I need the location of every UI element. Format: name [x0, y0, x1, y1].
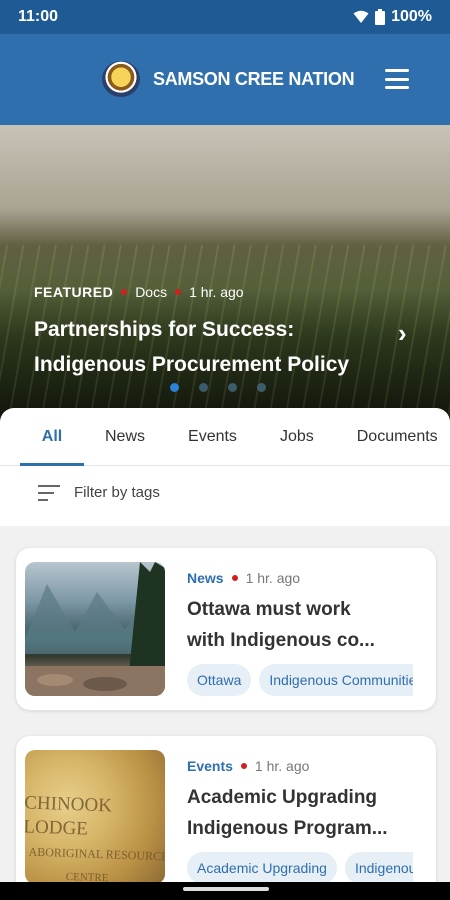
card-thumbnail	[25, 562, 165, 696]
system-nav-bar	[0, 882, 450, 900]
dot-separator	[121, 289, 128, 295]
filter-label: Filter by tags	[74, 484, 160, 501]
tag-chip[interactable]: Academic Upgrading	[187, 852, 337, 884]
home-indicator[interactable]	[183, 887, 269, 891]
filter-icon	[38, 484, 60, 501]
card-title-line1: Ottawa must work	[187, 599, 351, 620]
battery-percent: 100%	[391, 8, 432, 25]
category-tabs: All News Events Jobs Documents	[0, 408, 450, 466]
hamburger-menu-icon[interactable]	[385, 69, 409, 89]
status-time: 11:00	[18, 8, 59, 25]
card-title-line1: Academic Upgrading	[187, 787, 378, 808]
event-card[interactable]: CHINOOK LODGE ABORIGINAL RESOURCE CENTRE…	[16, 736, 436, 896]
card-title-line2: Indigenous Program...	[187, 818, 388, 839]
carousel-pager	[170, 383, 266, 392]
chevron-right-icon[interactable]: ›	[398, 318, 407, 349]
mountain-lake-image	[25, 562, 165, 696]
card-title[interactable]: Academic Upgrading Indigenous Program...	[187, 782, 422, 844]
tab-events[interactable]: Events	[188, 408, 237, 466]
app-header: SAMSON CREE NATION	[0, 34, 450, 125]
card-time: 1 hr. ago	[254, 758, 310, 774]
pager-dot[interactable]	[199, 383, 208, 392]
battery-icon	[375, 9, 386, 25]
pager-dot[interactable]	[228, 383, 237, 392]
card-category[interactable]: News	[187, 570, 224, 586]
card-title-line2: with Indigenous co...	[187, 630, 375, 651]
carved-line: CHINOOK LODGE	[25, 792, 113, 840]
card-tags: Ottawa Indigenous Communities	[187, 664, 413, 696]
wifi-icon	[353, 10, 369, 23]
featured-label: FEATURED	[34, 284, 114, 300]
hero-category: Docs	[135, 284, 168, 300]
card-time: 1 hr. ago	[245, 570, 301, 586]
tag-chip[interactable]: Indigenous	[344, 852, 413, 884]
card-tags: Academic Upgrading Indigenous	[187, 852, 413, 884]
tag-chip[interactable]: Ottawa	[187, 664, 252, 696]
card-thumbnail: CHINOOK LODGE ABORIGINAL RESOURCE CENTRE	[25, 750, 165, 884]
status-icons: 100%	[353, 8, 432, 26]
card-meta: News 1 hr. ago	[187, 570, 300, 586]
tag-chip[interactable]: Indigenous Communities	[259, 664, 413, 696]
tab-news[interactable]: News	[105, 408, 145, 466]
hero-time: 1 hr. ago	[189, 284, 244, 300]
hero-title[interactable]: Partnerships for Success: Indigenous Pro…	[34, 312, 404, 382]
dot-separator	[240, 763, 247, 769]
tab-jobs[interactable]: Jobs	[280, 408, 314, 466]
card-title[interactable]: Ottawa must work with Indigenous co...	[187, 594, 422, 656]
pager-dot[interactable]	[170, 383, 179, 392]
status-bar: 11:00 100%	[0, 0, 450, 34]
hero-title-line2: Indigenous Procurement Policy	[34, 353, 350, 376]
hero-title-line1: Partnerships for Success:	[34, 318, 295, 341]
carved-line: ABORIGINAL RESOURCE	[28, 844, 165, 864]
dot-separator	[231, 575, 238, 581]
card-meta: Events 1 hr. ago	[187, 758, 309, 774]
pager-dot[interactable]	[257, 383, 266, 392]
tab-documents[interactable]: Documents	[357, 408, 438, 466]
tab-all[interactable]: All	[20, 408, 84, 466]
news-card[interactable]: News 1 hr. ago Ottawa must work with Ind…	[16, 548, 436, 710]
samson-cree-logo[interactable]	[102, 61, 140, 97]
hero-meta: FEATURED Docs 1 hr. ago	[34, 284, 244, 300]
dot-separator	[175, 289, 182, 295]
app-title: SAMSON CREE NATION	[153, 69, 355, 89]
filter-by-tags-button[interactable]: Filter by tags	[38, 484, 160, 501]
content-sheet: All News Events Jobs Documents Filter by…	[0, 408, 450, 526]
card-category[interactable]: Events	[187, 758, 233, 774]
featured-hero[interactable]: FEATURED Docs 1 hr. ago Partnerships for…	[0, 125, 450, 425]
carved-sign-text: CHINOOK LODGE ABORIGINAL RESOURCE CENTRE	[25, 791, 165, 884]
